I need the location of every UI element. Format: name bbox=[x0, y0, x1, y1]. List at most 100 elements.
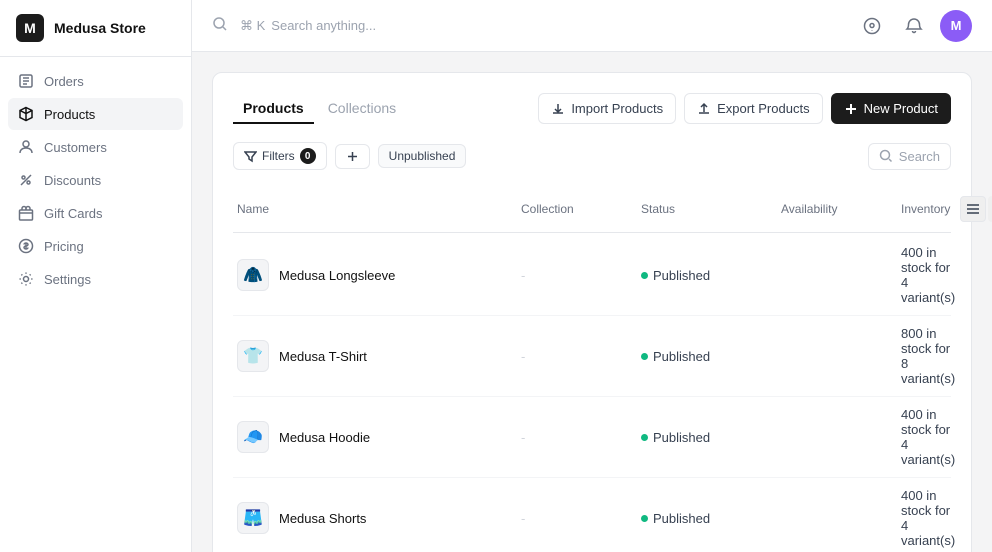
product-name: Medusa Hoodie bbox=[279, 430, 370, 445]
user-avatar[interactable]: M bbox=[940, 10, 972, 42]
col-collection: Collection bbox=[513, 198, 633, 220]
product-inventory: 400 in stock for 4 variant(s) bbox=[893, 488, 963, 548]
unpublished-filter-tag[interactable]: Unpublished bbox=[378, 144, 467, 168]
sidebar-item-pricing[interactable]: Pricing bbox=[8, 230, 183, 262]
product-actions bbox=[963, 344, 992, 368]
settings-icon bbox=[18, 271, 34, 287]
col-availability: Availability bbox=[773, 198, 893, 220]
add-filter-button[interactable] bbox=[335, 144, 370, 169]
notifications-button[interactable] bbox=[898, 10, 930, 42]
plus-icon bbox=[844, 102, 858, 116]
import-products-button[interactable]: Import Products bbox=[538, 93, 676, 124]
main: ⌘ K Search anything... M Products Collec… bbox=[192, 0, 992, 552]
search-label: Search bbox=[899, 149, 940, 164]
sidebar-item-label: Pricing bbox=[44, 239, 84, 254]
products-icon bbox=[18, 106, 34, 122]
sidebar-item-label: Settings bbox=[44, 272, 91, 287]
sidebar-item-label: Products bbox=[44, 107, 95, 122]
logo-icon: M bbox=[16, 14, 44, 42]
col-name: Name bbox=[233, 198, 513, 220]
table-row[interactable]: 🧥 Medusa Longsleeve - Published 400 in s… bbox=[233, 235, 951, 316]
table-row[interactable]: 👕 Medusa T-Shirt - Published 800 in stoc… bbox=[233, 316, 951, 397]
search-button[interactable]: Search bbox=[868, 143, 951, 170]
product-cell: 🧢 Medusa Hoodie bbox=[233, 421, 513, 453]
sidebar-item-gift-cards[interactable]: Gift Cards bbox=[8, 197, 183, 229]
col-status: Status bbox=[633, 198, 773, 220]
sidebar-item-orders[interactable]: Orders bbox=[8, 65, 183, 97]
tab-products[interactable]: Products bbox=[233, 94, 314, 124]
sidebar-item-customers[interactable]: Customers bbox=[8, 131, 183, 163]
product-name: Medusa Longsleeve bbox=[279, 268, 395, 283]
filters-row: Filters 0 Unpublished Search bbox=[233, 142, 951, 170]
product-status: Published bbox=[633, 349, 773, 364]
filters-label: Filters bbox=[262, 149, 295, 163]
orders-icon bbox=[18, 73, 34, 89]
table-row[interactable]: 🧢 Medusa Hoodie - Published 400 in stock… bbox=[233, 397, 951, 478]
grid-view-button[interactable] bbox=[988, 196, 992, 222]
sidebar-logo[interactable]: M Medusa Store bbox=[0, 0, 191, 57]
list-view-button[interactable] bbox=[960, 196, 986, 222]
status-dot-icon bbox=[641, 515, 648, 522]
product-thumbnail: 🧢 bbox=[237, 421, 269, 453]
product-status: Published bbox=[633, 430, 773, 445]
help-icon bbox=[863, 17, 881, 35]
plus-small-icon bbox=[346, 150, 359, 163]
status-dot-icon bbox=[641, 434, 648, 441]
sidebar-item-label: Discounts bbox=[44, 173, 101, 188]
topbar: ⌘ K Search anything... M bbox=[192, 0, 992, 52]
status-dot-icon bbox=[641, 353, 648, 360]
filter-icon bbox=[244, 150, 257, 163]
table-body: 🧥 Medusa Longsleeve - Published 400 in s… bbox=[233, 235, 951, 552]
sidebar-item-products[interactable]: Products bbox=[8, 98, 183, 130]
products-card: Products Collections Import Products Exp… bbox=[212, 72, 972, 552]
new-product-button[interactable]: New Product bbox=[831, 93, 951, 124]
product-name: Medusa T-Shirt bbox=[279, 349, 367, 364]
product-cell: 👕 Medusa T-Shirt bbox=[233, 340, 513, 372]
product-collection: - bbox=[513, 268, 633, 283]
product-actions bbox=[963, 425, 992, 449]
export-icon bbox=[697, 102, 711, 116]
product-collection: - bbox=[513, 349, 633, 364]
product-thumbnail: 🩳 bbox=[237, 502, 269, 534]
product-cell: 🧥 Medusa Longsleeve bbox=[233, 259, 513, 291]
product-status: Published bbox=[633, 268, 773, 283]
sidebar-item-label: Customers bbox=[44, 140, 107, 155]
sidebar-item-discounts[interactable]: Discounts bbox=[8, 164, 183, 196]
product-collection: - bbox=[513, 511, 633, 526]
search-small-icon bbox=[879, 149, 893, 163]
product-collection: - bbox=[513, 430, 633, 445]
sidebar-item-label: Orders bbox=[44, 74, 84, 89]
gift-cards-icon bbox=[18, 205, 34, 221]
sidebar-nav: Orders Products Customers Discounts Gift… bbox=[0, 57, 191, 303]
product-thumbnail: 👕 bbox=[237, 340, 269, 372]
store-name: Medusa Store bbox=[54, 20, 146, 36]
kbd-shortcut: ⌘ K bbox=[240, 18, 265, 34]
table-header: Name Collection Status Availability Inve… bbox=[233, 186, 951, 233]
tab-collections[interactable]: Collections bbox=[318, 94, 406, 124]
status-label: Published bbox=[653, 430, 710, 445]
customers-icon bbox=[18, 139, 34, 155]
product-inventory: 800 in stock for 8 variant(s) bbox=[893, 326, 963, 386]
discounts-icon bbox=[18, 172, 34, 188]
status-label: Published bbox=[653, 511, 710, 526]
export-products-button[interactable]: Export Products bbox=[684, 93, 823, 124]
import-icon bbox=[551, 102, 565, 116]
product-inventory: 400 in stock for 4 variant(s) bbox=[893, 407, 963, 467]
filter-count: 0 bbox=[300, 148, 316, 164]
topbar-right: M bbox=[856, 10, 972, 42]
sidebar-item-settings[interactable]: Settings bbox=[8, 263, 183, 295]
col-inventory: Inventory bbox=[893, 198, 958, 220]
status-label: Published bbox=[653, 349, 710, 364]
product-actions bbox=[963, 506, 992, 530]
col-actions bbox=[958, 192, 992, 226]
bell-icon bbox=[905, 17, 923, 35]
product-actions bbox=[963, 263, 992, 287]
pricing-icon bbox=[18, 238, 34, 254]
filters-button[interactable]: Filters 0 bbox=[233, 142, 327, 170]
status-dot-icon bbox=[641, 272, 648, 279]
table-row[interactable]: 🩳 Medusa Shorts - Published 400 in stock… bbox=[233, 478, 951, 552]
help-button[interactable] bbox=[856, 10, 888, 42]
search-bar[interactable]: ⌘ K Search anything... bbox=[240, 18, 844, 34]
product-inventory: 400 in stock for 4 variant(s) bbox=[893, 245, 963, 305]
sidebar: M Medusa Store Orders Products Customers… bbox=[0, 0, 192, 552]
